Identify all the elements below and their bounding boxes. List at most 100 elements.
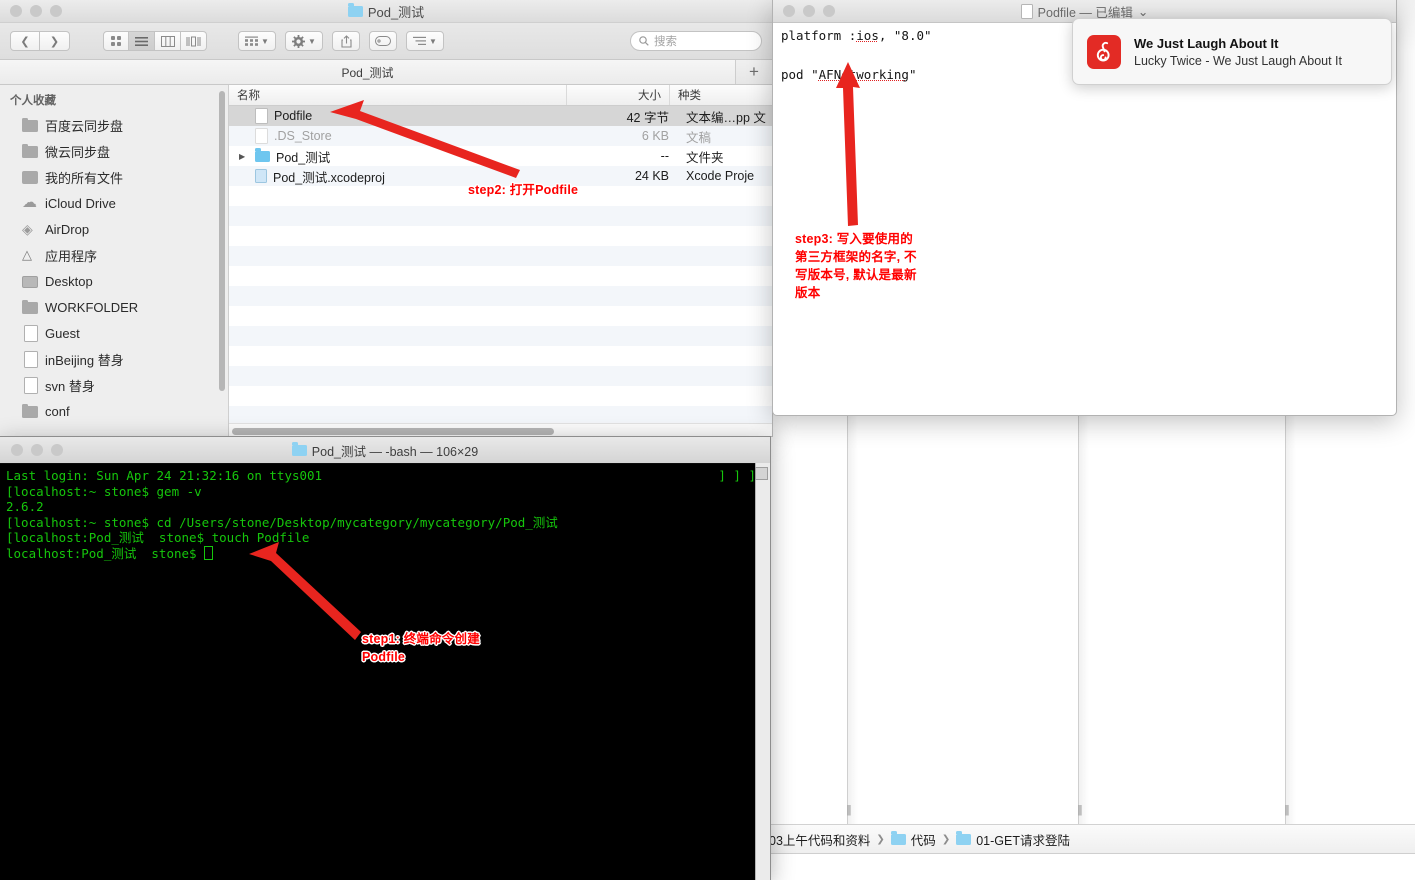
breadcrumb-item[interactable]: 代码	[890, 830, 936, 849]
sidebar-item-airdrop[interactable]: ◈ AirDrop	[0, 216, 228, 242]
sidebar-item-label: Guest	[45, 325, 80, 341]
file-name-cell[interactable]: ▶ .DS_Store	[229, 128, 583, 144]
search-placeholder: 搜索	[654, 36, 677, 48]
finder-toolbar[interactable]: ❮ ❯ ▼ ▼ ▼ 搜索	[0, 23, 772, 60]
sidebar-item-applications[interactable]: △ 应用程序	[0, 242, 228, 268]
table-row[interactable]: ▶ .DS_Store 6 KB 文稿	[229, 126, 772, 146]
sidebar-item-label: inBeijing 替身	[45, 352, 124, 368]
terminal-titlebar[interactable]: Pod_测试 — -bash — 106×29	[0, 437, 770, 464]
disclosure-triangle-icon[interactable]: ▶	[239, 152, 249, 161]
folder-icon	[890, 830, 906, 845]
maximize-button[interactable]	[50, 5, 62, 17]
table-row[interactable]: ▶ Pod_测试 -- 文件夹	[229, 146, 772, 166]
icon-view-button[interactable]	[103, 31, 129, 51]
column-resize-grip[interactable]: ||	[843, 803, 854, 817]
close-button[interactable]	[783, 5, 795, 17]
close-button[interactable]	[10, 5, 22, 17]
sidebar-item-label: conf	[45, 403, 70, 419]
cover-flow-view-button[interactable]	[181, 31, 207, 51]
desktop-icon	[22, 276, 38, 288]
back-button[interactable]: ❮	[10, 31, 40, 51]
finder-sidebar[interactable]: 个人收藏 百度云同步盘 微云同步盘 我的所有文件 ☁ iCloud Drive …	[0, 85, 229, 436]
folder-icon	[291, 441, 307, 456]
disclosure-triangle-icon: ▶	[239, 172, 249, 181]
scrollbar-thumb[interactable]	[232, 428, 554, 435]
chevron-down-icon: ▼	[308, 36, 316, 46]
minimize-button[interactable]	[803, 5, 815, 17]
minimize-button[interactable]	[31, 444, 43, 456]
sidebar-item-workfolder[interactable]: WORKFOLDER	[0, 294, 228, 320]
list-view-button[interactable]	[129, 31, 155, 51]
background-finder-path-bar[interactable]: 03上午代码和资料 ❯ 代码 ❯ 01-GET请求登陆	[765, 824, 1415, 854]
breadcrumb-item[interactable]: 01-GET请求登陆	[956, 830, 1070, 849]
terminal-line: Last login: Sun Apr 24 21:32:16 on ttys0…	[6, 468, 323, 483]
sidebar-scrollbar[interactable]	[219, 91, 225, 391]
sidebar-item-inbeijing[interactable]: inBeijing 替身	[0, 346, 228, 372]
search-input[interactable]: 搜索	[630, 31, 762, 51]
notification-subtitle: Lucky Twice - We Just Laugh About It	[1134, 53, 1342, 68]
window-controls[interactable]	[783, 5, 835, 17]
disclosure-triangle-icon: ▶	[239, 112, 249, 121]
arrange-by-button[interactable]: ▼	[238, 31, 276, 51]
column-resize-grip[interactable]: ||	[1281, 803, 1292, 817]
finder-window[interactable]: Pod_测试 ❮ ❯ ▼ ▼ ▼ 搜索 Pod_测试 + 个人收藏 百度云同步盘…	[0, 0, 773, 437]
file-name-cell[interactable]: ▶ Podfile	[229, 108, 583, 124]
sidebar-item-label: svn 替身	[45, 378, 95, 394]
maximize-button[interactable]	[51, 444, 63, 456]
folder-icon	[956, 830, 972, 845]
table-row[interactable]: ▶ Podfile 42 字节 文本编…pp 文	[229, 106, 772, 126]
terminal-prompt: localhost:Pod_测试 stone$	[6, 545, 205, 561]
terminal-output[interactable]: Last login: Sun Apr 24 21:32:16 on ttys0…	[0, 463, 770, 880]
notification-banner[interactable]: We Just Laugh About It Lucky Twice - We …	[1072, 18, 1392, 85]
terminal-wrap-marks: ] ] ]	[718, 468, 756, 483]
window-controls[interactable]	[11, 444, 63, 456]
file-name-cell[interactable]: ▶ Pod_测试	[229, 147, 583, 166]
minimize-button[interactable]	[30, 5, 42, 17]
new-tab-button[interactable]: +	[736, 60, 772, 84]
column-resize-grip[interactable]: ||	[1074, 803, 1085, 817]
finder-tab-bar[interactable]: Pod_测试 +	[0, 60, 772, 85]
finder-tab[interactable]: Pod_测试	[0, 60, 736, 84]
finder-titlebar[interactable]: Pod_测试	[0, 0, 772, 23]
scrollbar-thumb[interactable]	[755, 467, 768, 480]
sidebar-item-svn[interactable]: svn 替身	[0, 372, 228, 398]
view-mode-buttons[interactable]	[103, 31, 207, 51]
sidebar-item-guest[interactable]: Guest	[0, 320, 228, 346]
sidebar-item-all-files[interactable]: 我的所有文件	[0, 164, 228, 190]
column-header-name[interactable]: 名称	[229, 85, 566, 105]
file-name: .DS_Store	[274, 129, 332, 143]
column-view-button[interactable]	[155, 31, 181, 51]
close-button[interactable]	[11, 444, 23, 456]
sidebar-item-baidu[interactable]: 百度云同步盘	[0, 112, 228, 138]
terminal-scrollbar[interactable]	[755, 463, 770, 880]
column-header-kind[interactable]: 种类	[669, 85, 772, 105]
misspelled-word: ios	[856, 28, 879, 43]
sidebar-item-weiyun[interactable]: 微云同步盘	[0, 138, 228, 164]
action-menu-button[interactable]: ▼	[285, 31, 323, 51]
sidebar-item-desktop[interactable]: Desktop	[0, 268, 228, 294]
maximize-button[interactable]	[823, 5, 835, 17]
file-list-horizontal-scrollbar[interactable]	[229, 423, 772, 436]
share-button[interactable]	[332, 31, 360, 51]
sidebar-item-icloud-drive[interactable]: ☁ iCloud Drive	[0, 190, 228, 216]
navigation-buttons[interactable]: ❮ ❯	[10, 31, 70, 51]
sidebar-item-conf[interactable]: conf	[0, 398, 228, 424]
applications-icon: △	[22, 247, 32, 262]
terminal-line: [localhost:~ stone$ cd /Users/stone/Desk…	[6, 514, 558, 530]
forward-button[interactable]: ❯	[40, 31, 70, 51]
notification-title: We Just Laugh About It	[1134, 35, 1279, 51]
window-controls[interactable]	[10, 5, 62, 17]
annotation-step1: step1: 终端命令创建 Podfile	[362, 632, 480, 664]
file-list-empty-area[interactable]	[229, 186, 772, 423]
item-arrange-button[interactable]: ▼	[406, 31, 444, 51]
breadcrumb-item[interactable]: 03上午代码和资料	[769, 830, 870, 849]
chevron-down-icon[interactable]: ⌄	[1138, 4, 1148, 19]
tag-button[interactable]	[369, 31, 397, 51]
chevron-down-icon: ▼	[261, 36, 269, 46]
column-header-size[interactable]: 大小	[566, 85, 669, 105]
code-text: platform :	[781, 28, 857, 43]
chevron-right-icon: ❯	[941, 833, 951, 845]
file-kind: Xcode Proje	[686, 169, 755, 183]
file-list[interactable]: 名称 大小 种类 ▶ Podfile 42 字节 文本编…pp 文 ▶ .DS_…	[229, 85, 772, 436]
file-list-header[interactable]: 名称 大小 种类	[229, 85, 772, 106]
